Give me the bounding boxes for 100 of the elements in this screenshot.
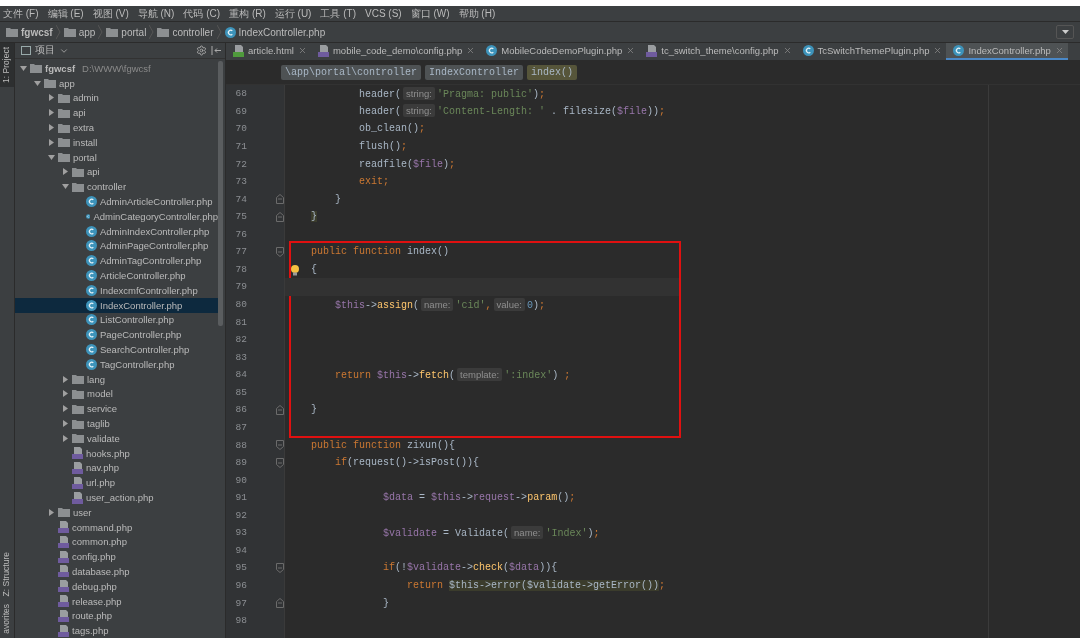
tree-item[interactable]: url.php [15,475,218,491]
tree-item[interactable]: AdminArticleController.php [15,194,218,209]
tree-item[interactable]: user [15,504,218,520]
breadcrumb-item[interactable]: fgwcsf [21,26,53,38]
collapsed-arrow-icon[interactable] [47,109,55,117]
tree-item[interactable]: nav.php [15,460,218,476]
editor-tab[interactable]: mobile_code_demo\config.php [310,43,480,60]
menu-item[interactable]: 工具 (T) [320,6,356,21]
tree-item[interactable]: database.php [15,564,218,579]
tool-window-tab[interactable]: avorites [0,600,14,638]
tree-item[interactable]: AdminTagController.php [15,253,218,269]
expanded-arrow-icon[interactable] [33,79,41,87]
tree-item[interactable]: common.php [15,534,218,550]
code-breadcrumb[interactable]: IndexController [425,64,524,80]
tree-item[interactable]: admin [15,90,218,106]
menu-item[interactable]: VCS (S) [365,8,402,19]
tree-item[interactable]: config.php [15,549,218,565]
tree-item[interactable]: PageController.php [15,327,218,343]
breadcrumb-item[interactable]: controller [172,26,214,38]
tree-item[interactable]: IndexController.php [15,297,218,313]
tree-item[interactable]: validate [15,430,218,446]
tree-item[interactable]: extra [15,120,218,135]
breadcrumb-item[interactable]: IndexController.php [238,26,326,38]
close-icon[interactable] [933,46,943,55]
collapsed-arrow-icon[interactable] [47,508,55,516]
menu-item[interactable]: 视图 (V) [92,6,129,21]
tree-item[interactable]: AdminPageController.php [15,238,218,254]
tree-item[interactable]: ListController.php [15,312,218,328]
fold-marker-icon[interactable] [276,457,284,468]
editor-tab[interactable]: article.html [226,43,311,60]
close-icon[interactable] [782,46,792,55]
close-icon[interactable] [626,46,636,55]
editor-tab[interactable]: TcSwitchThemePlugin.php [795,43,947,60]
fold-marker-icon[interactable] [276,440,284,451]
collapsed-arrow-icon[interactable] [47,94,55,102]
tree-item[interactable]: app [15,75,218,91]
collapsed-arrow-icon[interactable] [61,168,69,176]
tree-item[interactable]: user_action.php [15,490,218,505]
tree-item[interactable]: taglib [15,416,218,431]
tree-item[interactable]: route.php [15,608,218,624]
menu-item[interactable]: 编辑 (E) [47,6,84,21]
fold-marker-icon[interactable] [276,211,284,222]
tree-item[interactable]: fgwcsf D:\WWW\fgwcsf [15,61,218,76]
tool-window-tab[interactable]: 1: Project [0,43,14,87]
tree-item[interactable]: api [15,105,218,121]
tree-item[interactable]: api [15,164,218,180]
breadcrumb-item[interactable]: app [78,26,96,38]
menu-item[interactable]: 重构 (R) [229,6,266,21]
dropdown-button[interactable] [1056,25,1074,39]
tree-item[interactable]: release.php [15,593,218,609]
code-breadcrumb[interactable]: \app\portal\controller [281,64,422,80]
tree-item[interactable]: ArticleController.php [15,268,218,283]
fold-marker-icon[interactable] [276,562,284,573]
fold-marker-icon[interactable] [276,194,284,205]
tree-item[interactable]: tags.php [15,623,218,638]
menu-item[interactable]: 代码 (C) [183,6,221,21]
editor-tab[interactable]: IndexController.php [946,43,1068,60]
tree-item[interactable]: service [15,401,218,417]
collapsed-arrow-icon[interactable] [61,434,69,442]
tree-item[interactable]: SearchController.php [15,342,218,357]
editor-tab[interactable]: MobileCodeDemoPlugin.php [479,43,640,60]
close-icon[interactable] [297,46,307,55]
tree-item[interactable]: model [15,386,218,402]
collapsed-arrow-icon[interactable] [47,138,55,146]
tree-item[interactable]: controller [15,179,218,195]
tree-item[interactable]: portal [15,149,218,165]
editor-tab[interactable]: tc_switch_theme\config.php [639,43,796,60]
tree-item[interactable]: install [15,135,218,150]
settings-icon[interactable] [196,45,207,56]
menu-item[interactable]: 窗口 (W) [410,6,450,21]
collapsed-arrow-icon[interactable] [61,375,69,383]
collapsed-arrow-icon[interactable] [61,405,69,413]
menu-item[interactable]: 帮助 (H) [458,6,496,21]
tree-item[interactable]: hooks.php [15,445,218,461]
fold-marker-icon[interactable] [276,246,284,257]
collapsed-arrow-icon[interactable] [47,124,55,132]
fold-marker-icon[interactable] [276,598,284,609]
fold-marker-icon[interactable] [276,404,284,415]
tree-item[interactable]: TagController.php [15,356,218,372]
tool-window-tab[interactable]: Z: Structure [0,547,14,601]
code-breadcrumb[interactable]: index() [527,64,578,80]
collapse-icon[interactable] [211,46,221,55]
tree-item[interactable]: IndexcmfController.php [15,282,218,298]
lightbulb-icon[interactable] [291,264,299,276]
tree-item[interactable]: AdminCategoryController.php [15,208,218,224]
collapsed-arrow-icon[interactable] [61,390,69,398]
close-icon[interactable] [466,46,476,55]
tree-item[interactable]: lang [15,371,218,387]
menu-item[interactable]: 文件 (F) [3,6,39,21]
menu-item[interactable]: 导航 (N) [137,6,175,21]
menu-item[interactable]: 运行 (U) [274,6,312,21]
collapsed-arrow-icon[interactable] [61,420,69,427]
tree-item[interactable]: command.php [15,519,218,535]
expanded-arrow-icon[interactable] [19,64,27,72]
scrollbar-thumb[interactable] [218,61,223,326]
expanded-arrow-icon[interactable] [47,153,55,161]
expanded-arrow-icon[interactable] [61,183,69,191]
tree-item[interactable]: AdminIndexController.php [15,223,218,239]
tree-item[interactable]: debug.php [15,578,218,594]
breadcrumb-item[interactable]: portal [121,26,147,38]
